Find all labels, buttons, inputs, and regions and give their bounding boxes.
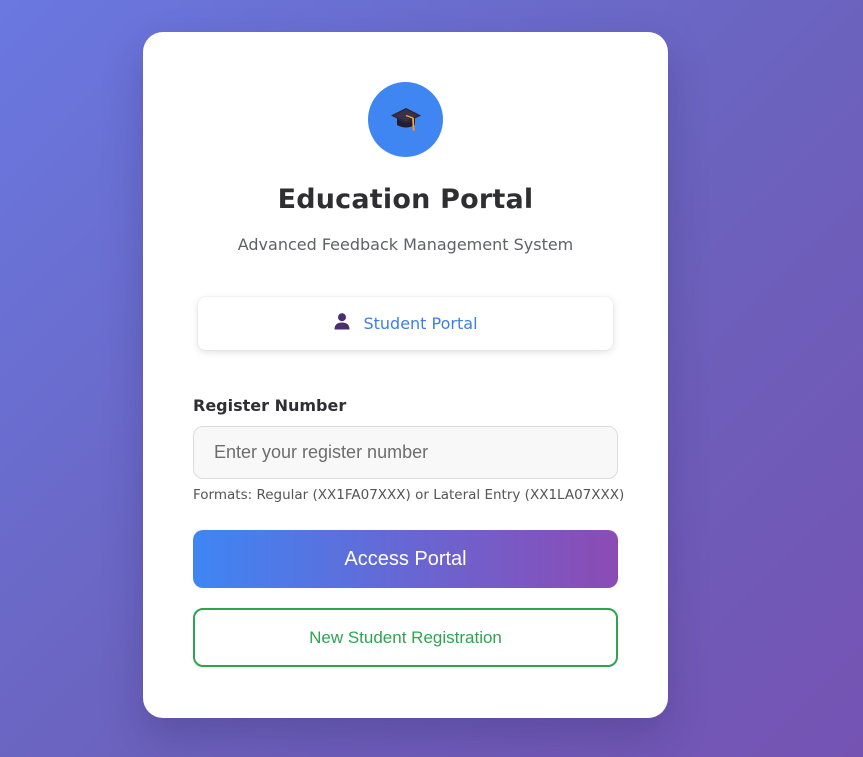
page-title: Education Portal — [277, 184, 534, 215]
logo-badge — [368, 82, 443, 157]
user-icon — [333, 312, 351, 335]
register-number-label: Register Number — [193, 396, 347, 415]
page-subtitle: Advanced Feedback Management System — [237, 235, 574, 254]
tab-student-portal[interactable]: Student Portal — [198, 297, 613, 350]
login-card: Education Portal Advanced Feedback Manag… — [143, 32, 668, 718]
register-number-input[interactable] — [193, 426, 618, 479]
tab-label: Student Portal — [363, 314, 478, 333]
graduation-cap-icon — [389, 103, 423, 137]
format-hint: Formats: Regular (XX1FA07XXX) or Lateral… — [193, 487, 625, 503]
access-portal-button[interactable]: Access Portal — [193, 530, 618, 588]
new-student-registration-button[interactable]: New Student Registration — [193, 608, 618, 667]
